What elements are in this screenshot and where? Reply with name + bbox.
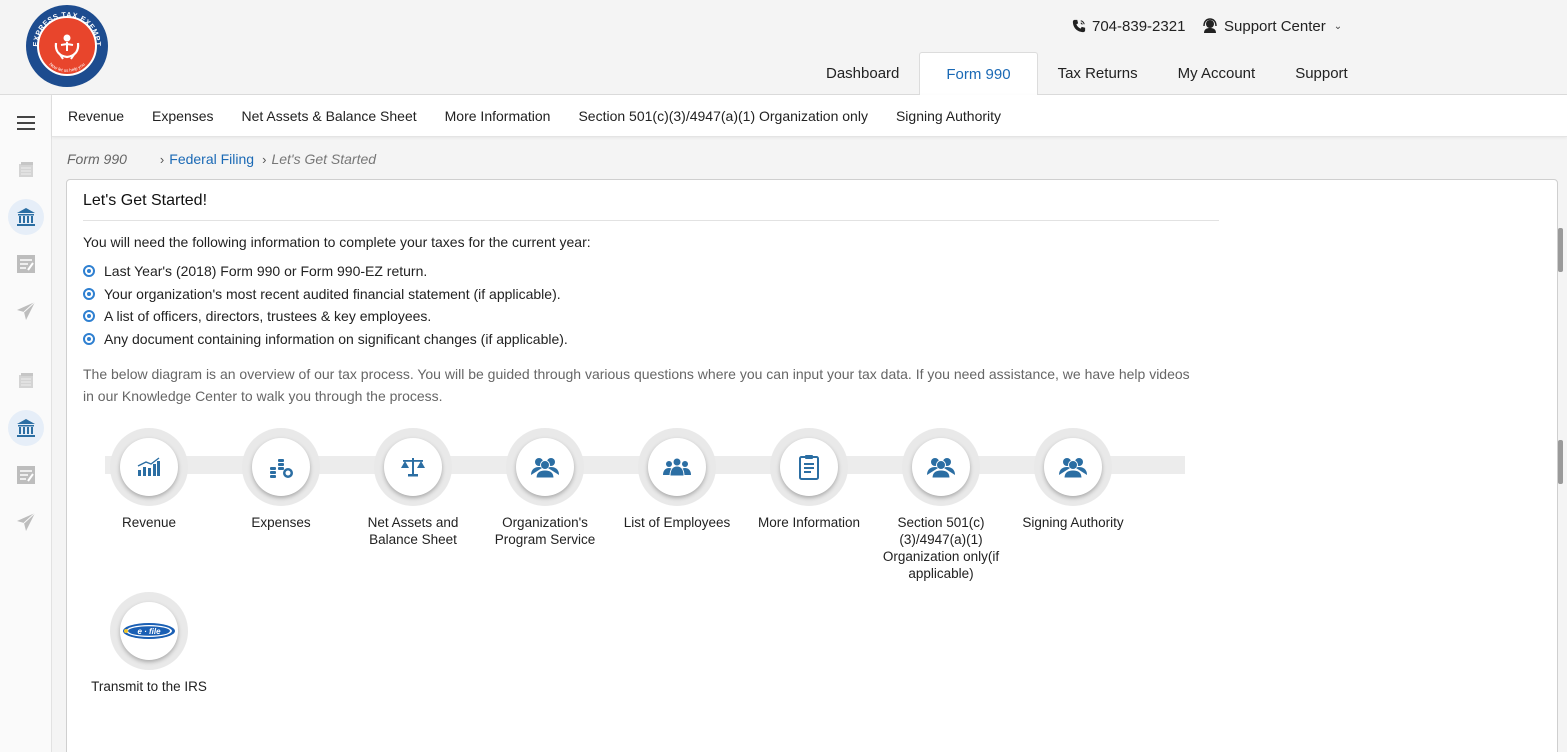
breadcrumb: Form 990 › Federal Filing › Let's Get St…: [67, 150, 376, 168]
bank-icon: [17, 208, 35, 226]
step-revenue[interactable]: Revenue: [79, 428, 219, 531]
logo-ring: EXPRESS TAX EXEMPT Now let us help you: [31, 10, 103, 73]
headset-icon: [1203, 18, 1217, 33]
step-transmit-irs[interactable]: e · file Transmit to the IRS: [79, 592, 219, 695]
tab-dashboard[interactable]: Dashboard: [806, 52, 919, 95]
bullet-radio-icon: [83, 332, 95, 345]
employees-icon: [663, 458, 691, 477]
support-center-dropdown[interactable]: Support Center ⌄: [1202, 17, 1342, 35]
subnav-revenue[interactable]: Revenue: [68, 108, 124, 124]
step-more-information[interactable]: More Information: [739, 428, 879, 531]
efile-icon: e · file: [123, 623, 175, 639]
revenue-chart-icon: [137, 457, 160, 476]
bullet-radio-icon: [83, 287, 95, 300]
chevron-right-icon: ›: [262, 151, 267, 167]
bank-icon: [17, 419, 35, 437]
step-label: More Information: [757, 515, 861, 530]
step-label: Signing Authority: [1022, 515, 1124, 530]
subnav-expenses[interactable]: Expenses: [152, 108, 213, 124]
step-label: Section 501(c)(3)/4947(a)(1) Organizatio…: [882, 515, 1000, 581]
app-header: EXPRESS TAX EXEMPT Now let us help you 7…: [0, 0, 1567, 95]
svg-text:Now let us help you: Now let us help you: [48, 61, 86, 73]
list-item: Last Year's (2018) Form 990 or Form 990-…: [83, 260, 568, 283]
svg-text:e · file: e · file: [137, 627, 161, 636]
step-label: List of Employees: [623, 515, 731, 530]
subnav-net-assets[interactable]: Net Assets & Balance Sheet: [242, 108, 417, 124]
stack-icon: [19, 373, 33, 388]
sidebar-item-forms[interactable]: [8, 152, 44, 188]
svg-text:EXPRESS TAX EXEMPT: EXPRESS TAX EXEMPT: [31, 10, 103, 47]
step-label: Transmit to the IRS: [91, 679, 207, 694]
group-icon: [927, 458, 955, 479]
page-title: Let's Get Started!: [83, 192, 1219, 221]
step-label: Organization's Program Service: [494, 515, 596, 547]
subnav-section-501c[interactable]: Section 501(c)(3)/4947(a)(1) Organizatio…: [578, 108, 867, 124]
list-item: A list of officers, directors, trustees …: [83, 305, 568, 328]
sidebar-item-summary-2[interactable]: [8, 457, 44, 493]
menu-toggle-button[interactable]: [8, 105, 44, 141]
sidebar-item-federal-2[interactable]: [8, 410, 44, 446]
step-signing-authority[interactable]: Signing Authority: [1003, 428, 1143, 531]
paper-plane-icon: [17, 301, 36, 320]
list-item: Any document containing information on s…: [83, 328, 568, 351]
intro-text: You will need the following information …: [83, 234, 591, 250]
form-edit-icon: [17, 466, 35, 484]
sidebar-item-transmit[interactable]: [8, 293, 44, 329]
step-label: Revenue: [121, 515, 177, 530]
scrollbar-thumb[interactable]: [1558, 228, 1563, 272]
step-section-501c[interactable]: Section 501(c)(3)/4947(a)(1) Organizatio…: [871, 428, 1011, 582]
subnav-more-information[interactable]: More Information: [445, 108, 551, 124]
step-label: Expenses: [251, 515, 311, 530]
subnav-signing-authority[interactable]: Signing Authority: [896, 108, 1001, 124]
step-net-assets[interactable]: Net Assets and Balance Sheet: [343, 428, 483, 548]
coins-icon: [270, 459, 293, 478]
step-list-of-employees[interactable]: List of Employees: [607, 428, 747, 531]
list-item: Your organization's most recent audited …: [83, 283, 568, 306]
sidebar-item-forms-2[interactable]: [8, 363, 44, 399]
breadcrumb-form[interactable]: Form 990: [67, 151, 127, 167]
step-label: Net Assets and Balance Sheet: [367, 515, 459, 547]
tab-tax-returns[interactable]: Tax Returns: [1038, 52, 1158, 95]
sidebar-item-federal[interactable]: [8, 199, 44, 235]
overview-text: The below diagram is an overview of our …: [83, 366, 1190, 404]
left-sidebar: [0, 95, 52, 752]
tab-support[interactable]: Support: [1275, 52, 1368, 95]
phone-number: 704-839-2321: [1092, 17, 1186, 35]
sidebar-item-summary[interactable]: [8, 246, 44, 282]
tab-my-account[interactable]: My Account: [1158, 52, 1276, 95]
scrollbar-thumb[interactable]: [1558, 440, 1563, 484]
document-icon: [799, 455, 819, 480]
express-tax-exempt-logo[interactable]: EXPRESS TAX EXEMPT Now let us help you: [26, 5, 108, 87]
requirements-list: Last Year's (2018) Form 990 or Form 990-…: [83, 260, 568, 350]
chevron-down-icon: ⌄: [1333, 20, 1343, 32]
phone-contact[interactable]: 704-839-2321: [1072, 17, 1185, 35]
breadcrumb-current: Let's Get Started: [271, 151, 377, 167]
section-subnav: Revenue Expenses Net Assets & Balance Sh…: [52, 95, 1567, 137]
bullet-radio-icon: [83, 265, 95, 278]
step-program-service[interactable]: Organization's Program Service: [475, 428, 615, 548]
paper-plane-icon: [17, 512, 36, 531]
sidebar-item-transmit-2[interactable]: [8, 504, 44, 540]
main-nav: Dashboard Form 990 Tax Returns My Accoun…: [806, 52, 1368, 95]
step-expenses[interactable]: Expenses: [211, 428, 351, 531]
group-icon: [1059, 458, 1087, 479]
group-icon: [531, 458, 559, 479]
balance-scale-icon: [401, 458, 425, 477]
bullet-radio-icon: [83, 310, 95, 323]
hamburger-icon: [17, 116, 35, 130]
stack-icon: [19, 162, 33, 177]
tab-form-990[interactable]: Form 990: [919, 52, 1038, 95]
breadcrumb-federal-filing[interactable]: Federal Filing: [169, 151, 254, 167]
form-edit-icon: [17, 255, 35, 273]
chevron-right-icon: ›: [159, 151, 165, 167]
support-center-label: Support Center: [1224, 17, 1326, 35]
phone-icon: [1072, 19, 1086, 33]
